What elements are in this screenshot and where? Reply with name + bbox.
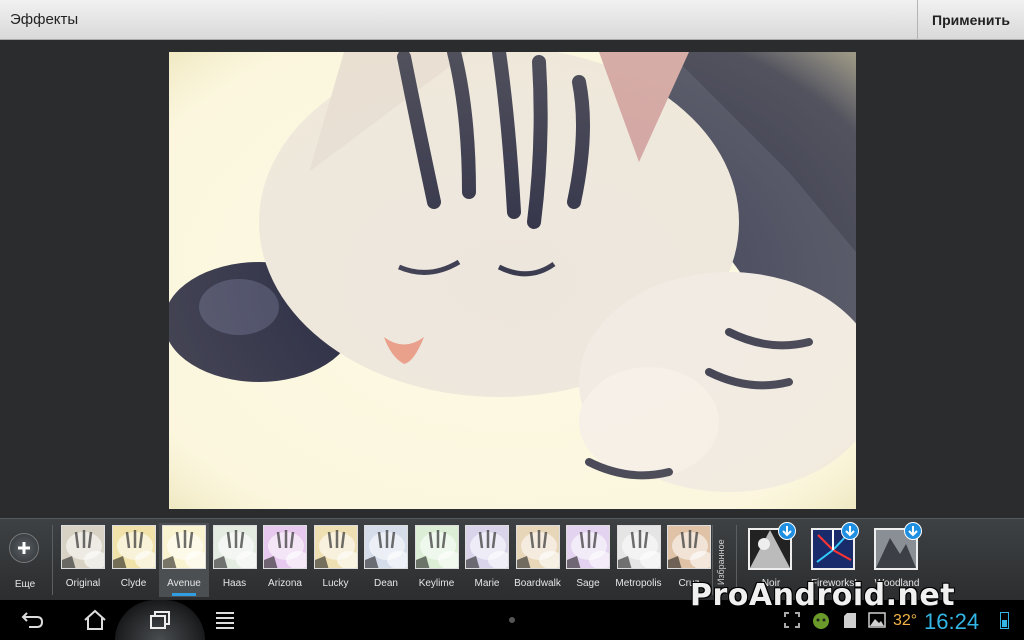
effect-preview [162,525,206,569]
more-effects-label: Еще [14,579,36,590]
recent-apps-button[interactable] [135,600,185,640]
effect-preview [61,525,105,569]
effect-keylime-thumb[interactable]: Keylime [412,523,462,597]
effect-arizona-thumb[interactable]: Arizona [260,523,310,597]
effect-original-thumb[interactable]: Original [58,523,108,597]
watermark: ProAndroid.net [690,578,956,613]
effect-preview [313,525,358,569]
effect-preview [414,525,459,569]
home-icon [84,609,106,630]
kitten-photo-illustration [169,52,856,509]
effect-clyde-thumb[interactable]: Clyde [109,523,159,597]
page-title: Эффекты [10,11,79,28]
weather-temperature: 32° [893,612,918,629]
edited-photo [169,52,856,509]
home-button[interactable] [70,600,120,640]
download-icon [841,522,859,540]
nav-center-dot [509,617,515,623]
effect-lucky-thumb[interactable]: Lucky [311,523,361,597]
effect-sage-thumb[interactable]: Sage [563,523,613,597]
effect-preview [667,525,711,569]
effect-preview [263,525,307,569]
recent-apps-icon [150,611,170,629]
fullscreen-icon[interactable] [784,612,800,628]
download-icon [778,522,796,540]
more-effects-button[interactable]: Еще [4,527,46,593]
effect-marie-thumb[interactable]: Marie [462,523,512,597]
effect-preview [465,525,509,569]
selected-indicator [172,593,196,596]
effect-dean-thumb[interactable]: Dean [361,523,411,597]
gallery-icon [868,612,886,628]
plus-icon [9,533,39,563]
action-bar: Эффекты Применить [0,0,1024,40]
editor-canvas [0,41,1024,518]
effect-preview [111,525,156,569]
effect-metropolis-thumb[interactable]: Metropolis [614,523,664,597]
effect-haas-thumb[interactable]: Haas [210,523,260,597]
back-button[interactable] [8,600,58,640]
effect-preview [616,525,661,569]
effect-boardwalk-thumb[interactable]: Boardwalk [513,523,563,597]
apply-button[interactable]: Применить [918,0,1024,40]
effect-preview [364,525,408,569]
sd-card-icon [844,613,856,628]
effect-avenue-thumb[interactable]: Avenue [159,523,209,597]
back-icon [21,612,44,628]
menu-button[interactable] [200,600,250,640]
menu-icon [216,612,234,629]
battery-icon [1000,612,1009,629]
android-icon [813,613,829,629]
effect-preview [566,525,610,569]
download-icon [904,522,922,540]
effect-preview [515,525,560,569]
effect-preview [212,525,257,569]
